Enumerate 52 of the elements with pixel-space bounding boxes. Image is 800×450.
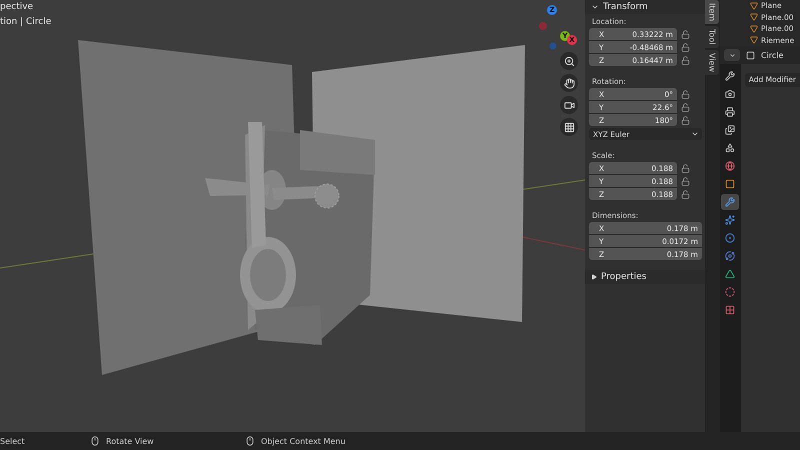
camera-icon: [725, 89, 736, 99]
image-stack-icon: [725, 125, 736, 135]
lock-icon[interactable]: [681, 164, 690, 172]
mouse-icon: [245, 436, 255, 446]
camera-button[interactable]: [560, 96, 578, 114]
axis-dot-icon[interactable]: [539, 22, 547, 30]
circle-dot-icon: [725, 233, 736, 243]
lock-icon[interactable]: [681, 102, 690, 112]
lock-icon[interactable]: [681, 190, 690, 198]
chevron-down-icon: [691, 130, 699, 138]
zoom-button[interactable]: [560, 52, 578, 70]
orbit-icon: [725, 251, 736, 261]
panel-header[interactable]: Transform: [585, 0, 705, 14]
lock-icon[interactable]: [681, 116, 690, 124]
sphere-icon: [725, 287, 736, 297]
lock-icon[interactable]: [681, 176, 690, 186]
viewport-info-text: tion | Circle: [0, 16, 52, 29]
triangle-icon: [725, 269, 736, 279]
panel-header[interactable]: Properties: [585, 270, 705, 284]
panel-title: Transform: [603, 2, 648, 12]
camera-icon: [564, 100, 574, 110]
object-name: Circle: [761, 50, 784, 60]
lock-icon[interactable]: [681, 42, 690, 52]
printer-icon: [725, 107, 736, 117]
mouse-icon: [90, 436, 100, 446]
axis-dot-icon[interactable]: [550, 42, 556, 50]
panel-title: Properties: [601, 272, 646, 282]
lock-icon[interactable]: [681, 30, 690, 38]
chevron-down-icon: [728, 52, 736, 58]
wrench-icon: [725, 197, 736, 207]
viewport-info-text: pective: [0, 1, 34, 14]
lock-icon[interactable]: [681, 56, 690, 64]
hand-icon: [564, 78, 574, 88]
hand-button[interactable]: [560, 74, 578, 92]
wrench-tab[interactable]: [721, 194, 740, 210]
square-icon: [725, 179, 736, 189]
sidebar-tab[interactable]: Item: [705, 0, 719, 24]
globe-icon: [725, 161, 736, 171]
checker-icon: [725, 305, 736, 315]
lock-icon[interactable]: [681, 90, 690, 98]
sidebar-tab[interactable]: Tool: [705, 26, 719, 48]
object-icon: [746, 50, 755, 60]
shapes-icon: [725, 143, 736, 153]
sidebar-tab[interactable]: View: [705, 50, 719, 75]
status-hint: Rotate View: [106, 436, 154, 446]
grid-button[interactable]: [560, 118, 578, 136]
particles-icon: [725, 215, 736, 225]
grid-icon: [564, 122, 574, 132]
tool-icon: [725, 71, 736, 81]
status-hint: Object Context Menu: [261, 436, 346, 446]
status-hint: Select: [0, 436, 25, 446]
zoom-icon: [564, 56, 574, 66]
